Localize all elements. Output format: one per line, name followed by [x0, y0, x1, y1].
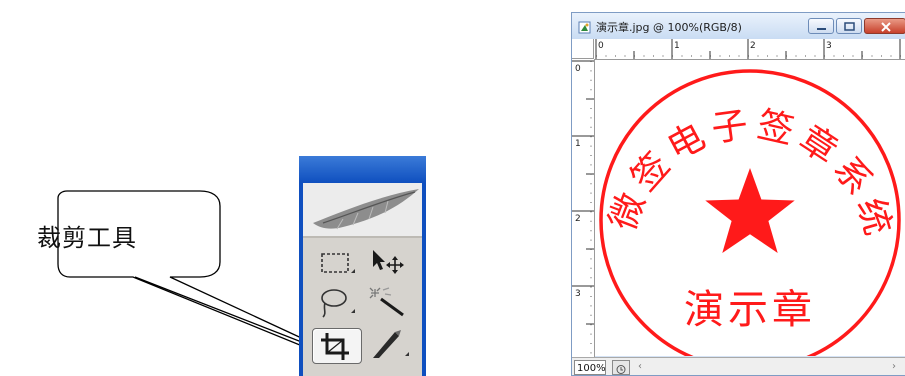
lasso-icon	[321, 289, 355, 318]
zoom-level-field[interactable]: 100%	[574, 360, 606, 375]
minimize-button[interactable]	[808, 18, 834, 34]
document-window: 演示章.jpg @ 100%(RGB/8) 0 1 2 3 0 1 2 3 微签…	[571, 12, 905, 376]
toolbox-titlebar[interactable]	[299, 156, 426, 183]
callout-label: 裁剪工具	[37, 224, 137, 252]
magic-wand-tool[interactable]	[365, 285, 413, 319]
rect-marquee-icon	[321, 253, 355, 273]
horizontal-ruler[interactable]: 0 1 2 3	[594, 39, 905, 60]
ruler-v-label: 3	[575, 289, 581, 299]
vertical-ruler[interactable]: 0 1 2 3	[572, 59, 595, 357]
document-titlebar[interactable]: 演示章.jpg @ 100%(RGB/8)	[572, 13, 905, 40]
document-title: 演示章.jpg @ 100%(RGB/8)	[596, 21, 742, 34]
crop-icon	[321, 333, 349, 360]
seal-image: 微签电子签章系统 演示章	[599, 69, 901, 356]
slice-tool[interactable]	[365, 328, 413, 362]
lasso-tool[interactable]	[313, 285, 361, 319]
ruler-origin[interactable]	[572, 39, 594, 59]
ruler-v-label: 1	[575, 139, 581, 149]
toolbox-panel	[299, 156, 426, 376]
scroll-left-arrow[interactable]: ‹	[638, 361, 642, 372]
ruler-v-label: 2	[575, 214, 581, 224]
move-tool[interactable]	[365, 245, 413, 279]
move-icon	[373, 250, 404, 274]
minimize-icon	[817, 28, 826, 30]
toolbox-right-edge	[422, 183, 426, 376]
toolbox-separator	[303, 236, 422, 238]
close-button[interactable]	[864, 18, 905, 34]
ruler-h-label: 3	[826, 41, 832, 51]
crop-tool[interactable]	[312, 328, 362, 364]
seal-center-text: 演示章	[684, 287, 816, 333]
photoshop-document-icon	[577, 19, 593, 39]
vertical-ruler-ticks	[572, 60, 594, 355]
seal-star-icon	[705, 168, 795, 253]
close-icon	[881, 22, 891, 32]
rect-marquee-tool[interactable]	[313, 245, 361, 279]
slice-icon	[373, 330, 409, 358]
feather-logo-icon[interactable]	[303, 183, 422, 236]
maximize-button[interactable]	[836, 18, 862, 34]
ruler-v-label: 0	[575, 64, 581, 74]
status-bar: 100% ‹ ›	[572, 357, 905, 375]
scroll-right-arrow[interactable]: ›	[892, 361, 896, 372]
maximize-icon	[844, 22, 855, 31]
status-info-button[interactable]	[612, 360, 630, 375]
ruler-h-label: 2	[750, 41, 756, 51]
document-canvas[interactable]: 微签电子签章系统 演示章	[595, 60, 905, 356]
magic-wand-icon	[369, 287, 404, 317]
ruler-h-label: 0	[598, 41, 604, 51]
info-triangle-icon	[616, 365, 626, 374]
ruler-h-label: 1	[674, 41, 680, 51]
